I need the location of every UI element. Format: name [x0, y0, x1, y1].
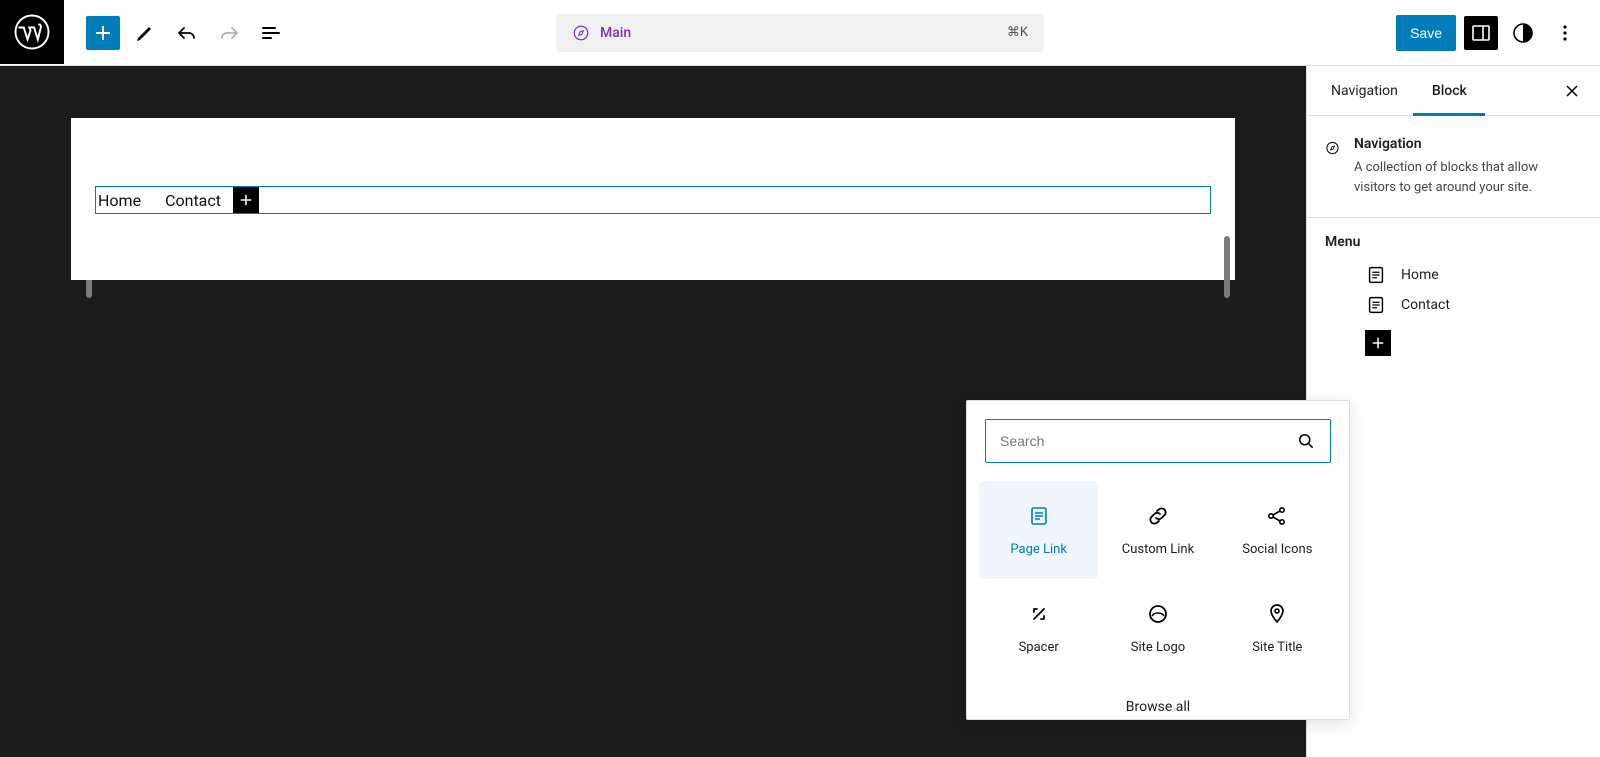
block-option-label: Custom Link [1122, 542, 1194, 557]
block-search-input[interactable] [1000, 433, 1296, 449]
more-options-button[interactable] [1548, 16, 1582, 50]
block-option-site-title[interactable]: Site Title [1218, 579, 1337, 677]
block-option-label: Site Title [1252, 640, 1302, 655]
canvas-scroll-handle-right[interactable] [1224, 236, 1230, 298]
circle-logo-icon [1146, 602, 1170, 626]
keyboard-shortcut: ⌘K [1007, 25, 1028, 40]
contrast-icon [1511, 21, 1535, 45]
page-icon [1027, 504, 1051, 528]
toolbar-left-group [64, 16, 288, 50]
plus-icon [91, 21, 115, 45]
template-preview[interactable]: Home Contact [71, 118, 1235, 280]
menu-items-list: Home Contact [1325, 264, 1582, 316]
toolbar-right-group: Save [1396, 15, 1600, 51]
search-icon [1296, 431, 1316, 451]
menu-section-title: Menu [1325, 234, 1582, 250]
menu-item-label: Contact [1401, 297, 1450, 313]
pin-icon [1265, 602, 1289, 626]
block-option-spacer[interactable]: Spacer [979, 579, 1098, 677]
wordpress-icon [14, 14, 50, 50]
command-bar[interactable]: Main ⌘K [556, 14, 1044, 52]
nav-link-contact[interactable]: Contact [153, 191, 233, 210]
close-sidebar-button[interactable] [1562, 81, 1582, 101]
block-option-social-icons[interactable]: Social Icons [1218, 481, 1337, 579]
tab-navigation[interactable]: Navigation [1325, 83, 1404, 99]
menu-item-label: Home [1401, 267, 1439, 283]
block-title: Navigation [1354, 136, 1582, 152]
sidebar-tabs: Navigation Block [1307, 66, 1600, 116]
block-inserter-popover: Page Link Custom Link Social Icons Spacer Si… [966, 400, 1350, 720]
block-option-label: Social Icons [1242, 542, 1312, 557]
tab-active-indicator [1413, 113, 1485, 116]
add-block-button[interactable] [86, 16, 120, 50]
block-option-label: Page Link [1010, 542, 1067, 557]
browse-all-link[interactable]: Browse all [967, 685, 1349, 719]
plus-icon [237, 191, 255, 209]
redo-icon [217, 21, 241, 45]
save-button[interactable]: Save [1396, 15, 1456, 51]
list-icon [259, 21, 283, 45]
plus-icon [1369, 334, 1387, 352]
block-option-custom-link[interactable]: Custom Link [1098, 481, 1217, 579]
block-grid: Page Link Custom Link Social Icons Spacer Si… [967, 481, 1349, 685]
close-icon [1562, 81, 1582, 101]
nav-link-home[interactable]: Home [96, 191, 153, 210]
resize-icon [1027, 602, 1051, 626]
block-description: A collection of blocks that allow visito… [1354, 158, 1582, 197]
sidebar-right-icon [1469, 21, 1493, 45]
menu-item-contact[interactable]: Contact [1365, 294, 1582, 316]
styles-toggle[interactable] [1506, 16, 1540, 50]
link-icon [1146, 504, 1170, 528]
menu-item-home[interactable]: Home [1365, 264, 1582, 286]
compass-icon [572, 24, 590, 42]
page-icon [1365, 294, 1387, 316]
undo-icon [175, 21, 199, 45]
edit-tool-button[interactable] [128, 16, 162, 50]
settings-sidebar: Navigation Block Navigation A collection… [1306, 66, 1600, 757]
block-option-site-logo[interactable]: Site Logo [1098, 579, 1217, 677]
share-icon [1265, 504, 1289, 528]
block-search-input-wrap[interactable] [985, 419, 1331, 463]
tab-block[interactable]: Block [1426, 83, 1473, 99]
redo-button[interactable] [212, 16, 246, 50]
top-toolbar: Main ⌘K Save [0, 0, 1600, 66]
wordpress-logo[interactable] [0, 0, 64, 64]
block-option-page-link[interactable]: Page Link [979, 481, 1098, 579]
pencil-icon [133, 21, 157, 45]
template-name: Main [600, 25, 631, 41]
page-icon [1365, 264, 1387, 286]
block-info-panel: Navigation A collection of blocks that a… [1307, 116, 1600, 218]
compass-icon [1325, 136, 1340, 160]
block-option-label: Site Logo [1131, 640, 1185, 655]
block-option-label: Spacer [1019, 640, 1059, 655]
navigation-block[interactable]: Home Contact [95, 186, 1211, 214]
settings-sidebar-toggle[interactable] [1464, 16, 1498, 50]
menu-add-button[interactable] [1365, 330, 1391, 356]
workspace: Home Contact Navigation Block Navigation [0, 66, 1600, 757]
kebab-icon [1553, 21, 1577, 45]
list-view-button[interactable] [254, 16, 288, 50]
nav-add-item-button[interactable] [233, 187, 259, 213]
menu-section: Menu Home Contact [1307, 218, 1600, 372]
template-indicator: Main [572, 24, 631, 42]
undo-button[interactable] [170, 16, 204, 50]
